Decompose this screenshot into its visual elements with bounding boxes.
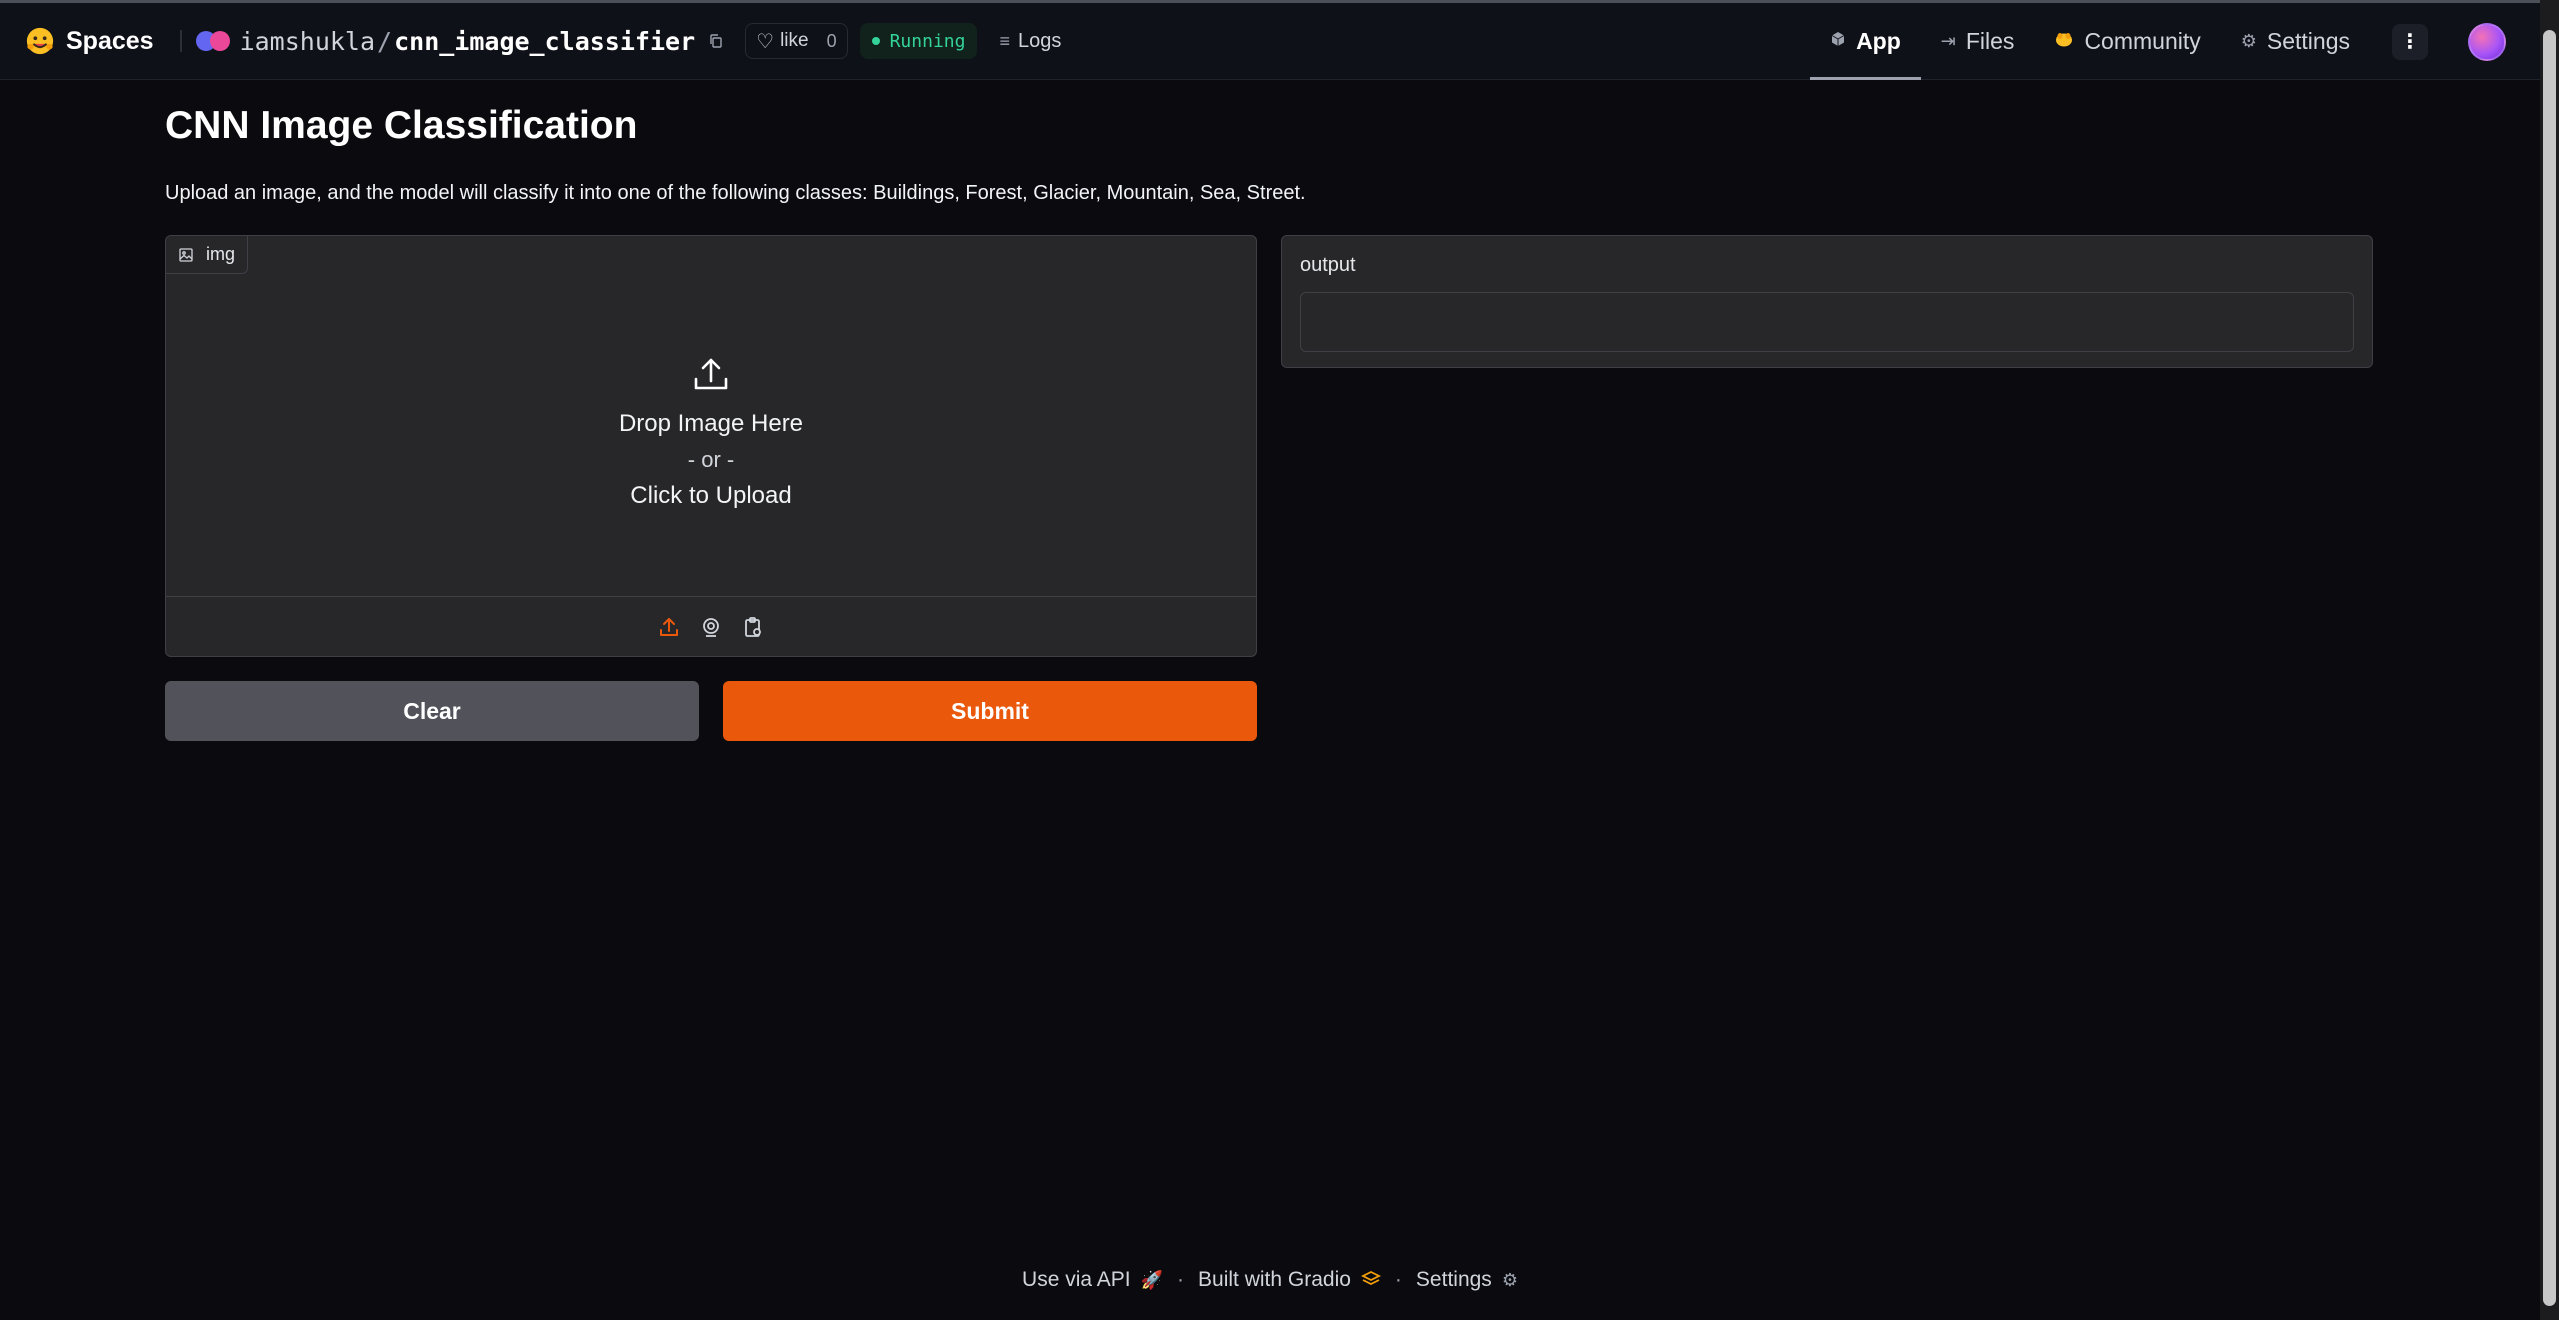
status-badge: Running [859, 23, 978, 59]
repo-owner-link[interactable]: iamshukla [240, 27, 375, 56]
divider [179, 30, 182, 52]
files-icon: ⇥ [1940, 31, 1956, 51]
drop-image-text: Drop Image Here [618, 410, 804, 437]
use-via-api-label: Use via API [1022, 1268, 1131, 1291]
spaces-home-link[interactable]: Spaces [24, 25, 154, 57]
output-panel: output [1281, 235, 2373, 368]
like-button[interactable]: ♡ like 0 [745, 23, 848, 59]
footer: Use via API 🚀 · Built with Gradio · Sett… [0, 1268, 2540, 1292]
space-tabs: App ⇥ Files Community ⚙ Settings ⋮ [1810, 3, 2540, 80]
like-count: 0 [826, 30, 837, 51]
tab-community[interactable]: Community [2034, 3, 2220, 80]
tab-settings-label: Settings [2266, 28, 2350, 54]
upload-source-icon[interactable] [656, 614, 682, 640]
built-with-gradio-label: Built with Gradio [1198, 1268, 1351, 1291]
tab-settings[interactable]: ⚙ Settings [2221, 3, 2370, 80]
heart-icon: ♡ [756, 30, 775, 53]
use-via-api-link[interactable]: Use via API 🚀 [1022, 1268, 1163, 1292]
image-input-label-text: img [206, 244, 236, 264]
click-to-upload-text: Click to Upload [630, 482, 792, 509]
status-dot-icon [871, 37, 880, 45]
footer-settings-label: Settings [1415, 1268, 1492, 1291]
page-description: Upload an image, and the model will clas… [165, 182, 1306, 204]
logs-button[interactable]: ≡ Logs [989, 23, 1071, 59]
repo-breadcrumb: iamshukla / cnn_image_classifier [240, 27, 696, 56]
image-icon [178, 247, 194, 263]
spaces-label: Spaces [66, 26, 154, 55]
or-divider-text: - or - [687, 447, 735, 472]
output-label: output [1300, 254, 1356, 276]
more-options-button[interactable]: ⋮ [2392, 23, 2428, 60]
footer-settings-link[interactable]: Settings ⚙ [1416, 1268, 1518, 1292]
output-textbox[interactable] [1300, 292, 2354, 352]
built-with-gradio-link[interactable]: Built with Gradio [1198, 1268, 1381, 1292]
scrollbar-thumb[interactable] [2543, 30, 2556, 1306]
image-input-panel: img Drop Image Here - or - Click to Uplo… [165, 235, 1257, 657]
clear-button[interactable]: Clear [165, 681, 699, 741]
upload-icon [691, 354, 731, 394]
webcam-icon[interactable] [698, 614, 724, 640]
logs-icon: ≡ [999, 30, 1010, 51]
footer-separator: · [1394, 1268, 1402, 1291]
tab-community-label: Community [2084, 28, 2201, 54]
tab-app-label: App [1856, 28, 1901, 54]
breadcrumb-separator: / [377, 26, 393, 56]
owner-avatar-icon [195, 31, 230, 51]
settings-gear-icon: ⚙ [1501, 1269, 1518, 1290]
cube-icon [1830, 31, 1846, 52]
submit-button[interactable]: Submit [723, 681, 1257, 741]
logs-label: Logs [1017, 29, 1062, 52]
image-input-label: img [166, 236, 249, 274]
footer-separator: · [1177, 1268, 1185, 1291]
rocket-icon: 🚀 [1140, 1269, 1164, 1290]
hugging-face-logo-icon [24, 25, 56, 57]
like-label: like [780, 30, 809, 51]
tab-app[interactable]: App [1810, 3, 1921, 80]
repo-name-link[interactable]: cnn_image_classifier [394, 27, 695, 56]
user-avatar[interactable] [2468, 22, 2506, 61]
clipboard-icon[interactable] [740, 614, 766, 640]
top-navbar: Spaces iamshukla / cnn_image_classifier … [0, 0, 2540, 80]
image-source-toolbar [166, 596, 1256, 656]
page-title: CNN Image Classification [165, 104, 638, 147]
community-hands-icon [2054, 30, 2074, 53]
status-text: Running [889, 30, 966, 52]
copy-icon[interactable] [705, 30, 727, 52]
gradio-logo-icon [1360, 1270, 1381, 1291]
image-drop-zone[interactable]: Drop Image Here - or - Click to Upload [166, 274, 1256, 594]
gear-icon: ⚙ [2240, 31, 2257, 51]
page-scrollbar[interactable] [2540, 0, 2559, 1320]
tab-files-label: Files [1965, 28, 2015, 54]
tab-files[interactable]: ⇥ Files [1921, 3, 2035, 80]
